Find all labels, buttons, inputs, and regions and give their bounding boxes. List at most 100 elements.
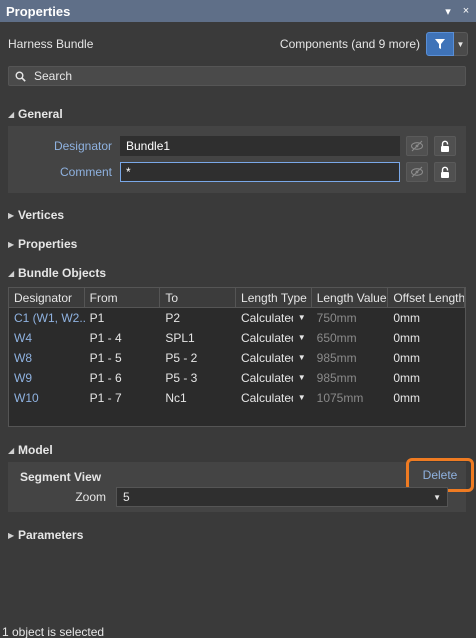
chevron-down-icon: ▼ [297,353,306,362]
zoom-value: 5 [123,490,130,504]
section-vertices-header[interactable]: ▶ Vertices [8,208,64,222]
section-parameters-label: Parameters [18,528,84,542]
column-header[interactable]: Designator [9,288,85,308]
search-input[interactable]: Search [8,66,466,86]
collapse-triangle-icon: ◢ [8,445,15,455]
column-header[interactable]: To [160,288,237,308]
designator-cell[interactable]: W4 [9,328,85,348]
length-type-value: Calculated [240,391,293,405]
offset-length-cell[interactable]: 0mm [388,368,465,388]
zoom-row: Zoom 5 ▼ [0,486,466,508]
expand-triangle-icon: ▶ [8,210,15,220]
designator-label: Designator [53,139,112,153]
panel-title: Properties [6,3,71,19]
section-general-label: General [18,107,63,121]
pin-dropdown-icon[interactable]: ▾ [440,5,456,18]
section-bundle-objects-header[interactable]: ◢ Bundle Objects [8,266,106,280]
from-cell: P1 - 5 [89,351,122,365]
filter-button[interactable] [426,32,454,56]
eye-hidden-icon [410,140,424,152]
offset-length-cell[interactable]: 0mm [388,328,465,348]
column-header[interactable]: Length Value [312,288,389,308]
table-row[interactable]: W9 P1 - 6 P5 - 3 Calculated ▼ 985mm 0mm [9,368,465,388]
designator-row: Designator Bundle1 [8,135,466,157]
length-type-select[interactable]: Calculated ▼ [236,348,312,368]
length-type-value: Calculated [240,351,293,365]
title-bar: Properties ▾ × [0,0,476,22]
comment-field[interactable]: * [120,162,400,182]
chevron-down-icon: ▼ [456,39,465,49]
length-value-cell: 985mm [316,371,357,385]
offset-length-cell[interactable]: 0mm [388,308,465,328]
search-icon [15,71,26,82]
section-bundle-objects-label: Bundle Objects [18,266,107,280]
collapse-triangle-icon: ◢ [8,268,15,278]
expand-triangle-icon: ▶ [8,239,15,249]
comment-row: Comment * [8,161,466,183]
object-type-label: Harness Bundle [8,37,94,51]
status-bar-text: 1 object is selected [2,625,105,638]
length-type-value: Calculated [240,331,293,345]
lock-toggle-button[interactable] [434,162,456,182]
funnel-icon [435,39,445,49]
lock-icon [441,166,449,178]
designator-cell[interactable]: W10 [9,388,85,408]
section-vertices-label: Vertices [18,208,65,222]
column-header[interactable]: Length Type [236,288,312,308]
to-cell: P5 - 3 [165,371,198,385]
section-general-header[interactable]: ◢ General [8,107,63,121]
offset-length-cell[interactable]: 0mm [388,348,465,368]
from-cell: P1 [89,311,105,325]
from-cell: P1 - 4 [89,331,122,345]
delete-button[interactable]: Delete [423,468,458,482]
designator-cell[interactable]: W9 [9,368,85,388]
length-type-value: Calculated [240,371,293,385]
segment-view-label: Segment View [20,470,102,484]
section-parameters-header[interactable]: ▶ Parameters [8,528,83,542]
chevron-down-icon: ▼ [297,393,306,402]
length-type-select[interactable]: Calculated ▼ [236,388,312,408]
zoom-select[interactable]: 5 ▼ [116,487,448,507]
chevron-down-icon: ▼ [297,373,306,382]
zoom-label: Zoom [75,490,106,504]
chevron-down-icon: ▼ [297,313,306,322]
designator-cell[interactable]: C1 (W1, W2... [9,308,85,328]
section-properties-header[interactable]: ▶ Properties [8,237,77,251]
length-value-cell: 985mm [316,351,357,365]
from-cell: P1 - 6 [89,371,122,385]
column-header[interactable]: Offset Length [388,288,465,308]
section-model-label: Model [18,443,53,457]
filter-dropdown-button[interactable]: ▼ [454,32,468,56]
object-header: Harness Bundle Components (and 9 more) ▼ [0,30,476,58]
comment-label: Comment [59,165,112,179]
column-header[interactable]: From [85,288,161,308]
bundle-objects-table: Designator From To Length Type Length Va… [8,287,466,427]
length-type-select[interactable]: Calculated ▼ [236,328,312,348]
close-icon[interactable]: × [458,5,474,17]
designator-field[interactable]: Bundle1 [120,136,400,156]
length-value-cell: 650mm [316,331,357,345]
table-row[interactable]: C1 (W1, W2... P1 P2 Calculated ▼ 750mm 0m… [9,308,465,328]
chevron-down-icon: ▼ [297,333,306,342]
table-header: Designator From To Length Type Length Va… [9,288,465,308]
section-model-header[interactable]: ◢ Model [8,443,53,457]
filter-summary: Components (and 9 more) [279,37,420,51]
table-row[interactable]: W10 P1 - 7 Nc1 Calculated ▼ 1075mm 0mm [9,388,465,408]
length-value-cell: 750mm [316,311,357,325]
table-row[interactable]: W4 P1 - 4 SPL1 Calculated ▼ 650mm 0mm [9,328,465,348]
length-value-cell: 1075mm [316,391,364,405]
to-cell: SPL1 [165,331,195,345]
lock-toggle-button[interactable] [434,136,456,156]
visibility-toggle-button[interactable] [406,162,428,182]
to-cell: P2 [165,311,180,325]
expand-triangle-icon: ▶ [8,530,15,540]
length-type-select[interactable]: Calculated ▼ [236,308,312,328]
designator-cell[interactable]: W8 [9,348,85,368]
length-type-select[interactable]: Calculated ▼ [236,368,312,388]
from-cell: P1 - 7 [89,391,122,405]
chevron-down-icon: ▼ [433,492,441,502]
visibility-toggle-button[interactable] [406,136,428,156]
table-row[interactable]: W8 P1 - 5 P5 - 2 Calculated ▼ 985mm 0mm [9,348,465,368]
collapse-triangle-icon: ◢ [8,109,15,119]
offset-length-cell[interactable]: 0mm [388,388,465,408]
